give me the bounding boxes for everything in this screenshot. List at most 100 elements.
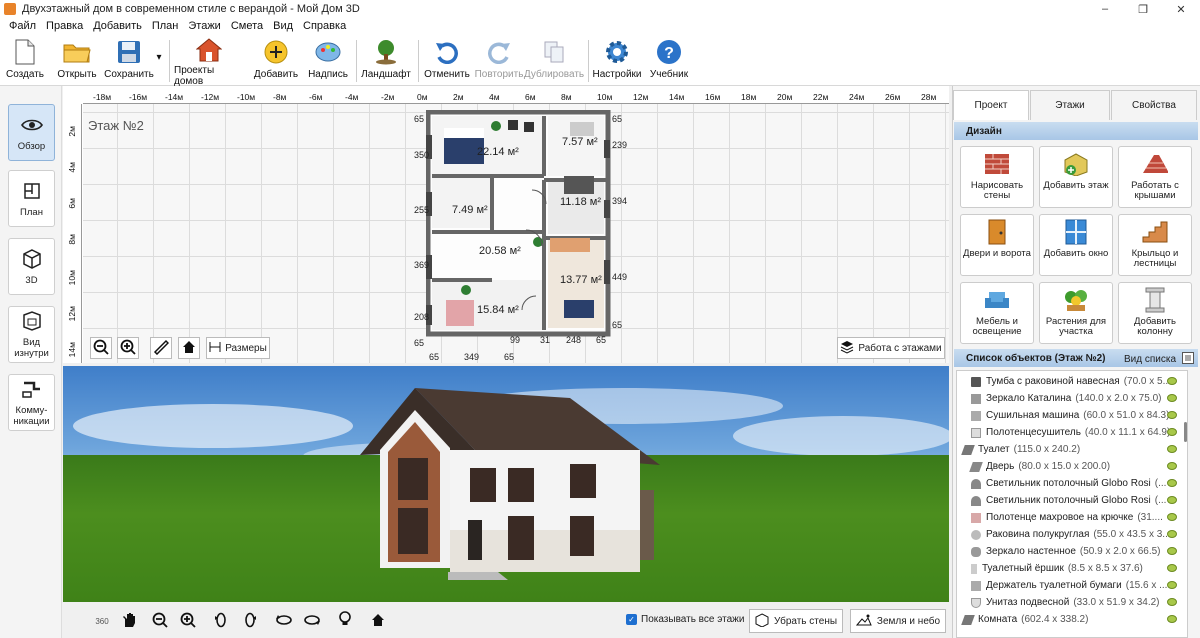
menu-estimate[interactable]: Смета bbox=[226, 20, 268, 32]
list-item[interactable]: Туалетный ёршик (8.5 x 8.5 x 37.6) bbox=[957, 560, 1187, 577]
tab-floors[interactable]: Этажи bbox=[1030, 90, 1110, 120]
close-button[interactable]: ✕ bbox=[1162, 0, 1200, 18]
list-item[interactable]: Дверь (80.0 x 15.0 x 200.0) bbox=[957, 458, 1187, 475]
doors-gates-button[interactable]: Двери и ворота bbox=[960, 214, 1034, 276]
home-view-button[interactable] bbox=[178, 337, 200, 359]
house-3d-model[interactable] bbox=[340, 380, 670, 590]
menu-help[interactable]: Справка bbox=[298, 20, 351, 32]
room-area-label: 11.18 м² bbox=[560, 196, 601, 208]
maximize-button[interactable]: ❐ bbox=[1124, 0, 1162, 18]
list-item[interactable]: Держатель туалетной бумаги (15.6 x ... bbox=[957, 577, 1187, 594]
settings-button[interactable]: Настройки bbox=[592, 36, 642, 84]
open-button[interactable]: Открыть bbox=[55, 36, 99, 84]
furniture-lighting-button[interactable]: Мебель и освещение bbox=[960, 282, 1034, 344]
add-floor-button[interactable]: Добавить этаж bbox=[1039, 146, 1113, 208]
list-item[interactable]: Светильник потолочный Globo Rosi (... bbox=[957, 475, 1187, 492]
rotate-360-button[interactable]: 360 bbox=[90, 610, 114, 632]
visibility-eye-icon[interactable] bbox=[1167, 547, 1177, 555]
tutorial-button[interactable]: ? Учебник bbox=[648, 36, 690, 84]
utilities-button[interactable]: Комму-никации bbox=[8, 374, 55, 431]
overview-button[interactable]: Обзор bbox=[8, 104, 55, 161]
draw-walls-button[interactable]: Нарисовать стены bbox=[960, 146, 1034, 208]
tilt-down-button[interactable] bbox=[300, 610, 324, 632]
visibility-eye-icon[interactable] bbox=[1167, 445, 1177, 453]
zoom-out-button[interactable] bbox=[90, 337, 112, 359]
list-item[interactable]: Унитаз подвесной (33.0 x 51.9 x 34.2) bbox=[957, 594, 1187, 611]
remove-walls-button[interactable]: Убрать стены bbox=[749, 609, 843, 633]
duplicate-button[interactable]: Дублировать bbox=[524, 36, 584, 84]
add-window-button[interactable]: Добавить окно bbox=[1039, 214, 1113, 276]
menu-plan[interactable]: План bbox=[147, 20, 184, 32]
pan-button[interactable] bbox=[117, 610, 141, 632]
zoom-out-3d-button[interactable] bbox=[148, 610, 172, 632]
landscape-button[interactable]: Ландшафт bbox=[361, 36, 411, 84]
measure-button[interactable] bbox=[150, 337, 172, 359]
add-column-button[interactable]: Добавить колонну bbox=[1118, 282, 1192, 344]
visibility-eye-icon[interactable] bbox=[1167, 615, 1177, 623]
visibility-eye-icon[interactable] bbox=[1167, 513, 1177, 521]
redo-button[interactable]: Повторить bbox=[475, 36, 523, 84]
menu-view[interactable]: Вид bbox=[268, 20, 298, 32]
lighting-button[interactable] bbox=[333, 610, 357, 632]
ruler-tick-label: 0м bbox=[417, 92, 428, 102]
list-item[interactable]: Сушильная машина (60.0 x 51.0 x 84.3) bbox=[957, 407, 1187, 424]
add-button[interactable]: Добавить bbox=[254, 36, 298, 84]
list-item[interactable]: Полотенцесушитель (40.0 x 11.1 x 64.9) bbox=[957, 424, 1187, 441]
view-list-button[interactable]: Вид списка bbox=[1124, 352, 1195, 367]
inside-view-button[interactable]: Вид изнутри bbox=[8, 306, 55, 363]
list-group-item[interactable]: Туалет (115.0 x 240.2) bbox=[957, 441, 1187, 458]
tab-properties[interactable]: Свойства bbox=[1111, 90, 1197, 120]
plan-view-button[interactable]: План bbox=[8, 170, 55, 227]
menu-file[interactable]: Файл bbox=[4, 20, 41, 32]
save-button[interactable]: Сохранить bbox=[104, 36, 154, 84]
visibility-eye-icon[interactable] bbox=[1167, 428, 1177, 436]
objects-list[interactable]: Тумба с раковиной навесная (70.0 x 5... З… bbox=[956, 370, 1188, 638]
undo-button[interactable]: Отменить bbox=[424, 36, 470, 84]
list-item[interactable]: Полотенце махровое на крючке (31.... bbox=[957, 509, 1187, 526]
3d-controls-bar: 360 ✓ Показывать все этажи Убрать стены … bbox=[63, 603, 949, 638]
rotate-right-button[interactable] bbox=[238, 610, 262, 632]
visibility-eye-icon[interactable] bbox=[1167, 564, 1177, 572]
scrollbar-thumb[interactable] bbox=[1184, 422, 1187, 442]
visibility-eye-icon[interactable] bbox=[1167, 394, 1177, 402]
menu-floors[interactable]: Этажи bbox=[183, 20, 225, 32]
3d-view-button[interactable]: 3D bbox=[8, 238, 55, 295]
label-button[interactable]: Надпись bbox=[306, 36, 350, 84]
zoom-in-button[interactable] bbox=[117, 337, 139, 359]
create-button[interactable]: Создать bbox=[4, 36, 46, 84]
menu-add[interactable]: Добавить bbox=[88, 20, 147, 32]
ruler-tick-label: -16м bbox=[129, 92, 148, 102]
visibility-eye-icon[interactable] bbox=[1167, 411, 1177, 419]
rotate-left-button[interactable] bbox=[209, 610, 233, 632]
visibility-eye-icon[interactable] bbox=[1167, 496, 1177, 504]
visibility-eye-icon[interactable] bbox=[1167, 377, 1177, 385]
list-item[interactable]: Светильник потолочный Globo Rosi (... bbox=[957, 492, 1187, 509]
earth-sky-button[interactable]: Земля и небо bbox=[850, 609, 946, 633]
visibility-eye-icon[interactable] bbox=[1167, 581, 1177, 589]
visibility-eye-icon[interactable] bbox=[1167, 479, 1177, 487]
sizes-button[interactable]: Размеры bbox=[206, 337, 270, 359]
roofs-button[interactable]: Работать с крышами bbox=[1118, 146, 1192, 208]
floors-work-button[interactable]: Работа с этажами bbox=[837, 337, 945, 359]
list-item[interactable]: Зеркало Каталина (140.0 x 2.0 x 75.0) bbox=[957, 390, 1187, 407]
ruler-tick-label: -2м bbox=[381, 92, 395, 102]
zoom-in-3d-button[interactable] bbox=[176, 610, 200, 632]
home-3d-button[interactable] bbox=[366, 610, 390, 632]
minimize-button[interactable]: – bbox=[1086, 0, 1124, 18]
ruler-tick-label: 8м bbox=[561, 92, 572, 102]
list-item[interactable]: Раковина полукруглая (55.0 x 43.5 x 3... bbox=[957, 526, 1187, 543]
plants-button[interactable]: Растения для участка bbox=[1039, 282, 1113, 344]
list-item[interactable]: Тумба с раковиной навесная (70.0 x 5... bbox=[957, 373, 1187, 390]
menu-edit[interactable]: Правка bbox=[41, 20, 88, 32]
list-item[interactable]: Зеркало настенное (50.9 x 2.0 x 66.5) bbox=[957, 543, 1187, 560]
objects-scrollbar[interactable] bbox=[1183, 372, 1188, 636]
show-all-floors-checkbox[interactable]: ✓ Показывать все этажи bbox=[626, 614, 744, 625]
visibility-eye-icon[interactable] bbox=[1167, 598, 1177, 606]
tab-project[interactable]: Проект bbox=[953, 90, 1029, 120]
tilt-up-button[interactable] bbox=[272, 610, 296, 632]
projects-button[interactable]: Проекты домов bbox=[174, 36, 244, 87]
visibility-eye-icon[interactable] bbox=[1167, 530, 1177, 538]
list-group-item[interactable]: Комната (602.4 x 338.2) bbox=[957, 611, 1187, 628]
porch-stairs-button[interactable]: Крыльцо и лестницы bbox=[1118, 214, 1192, 276]
visibility-eye-icon[interactable] bbox=[1167, 462, 1177, 470]
